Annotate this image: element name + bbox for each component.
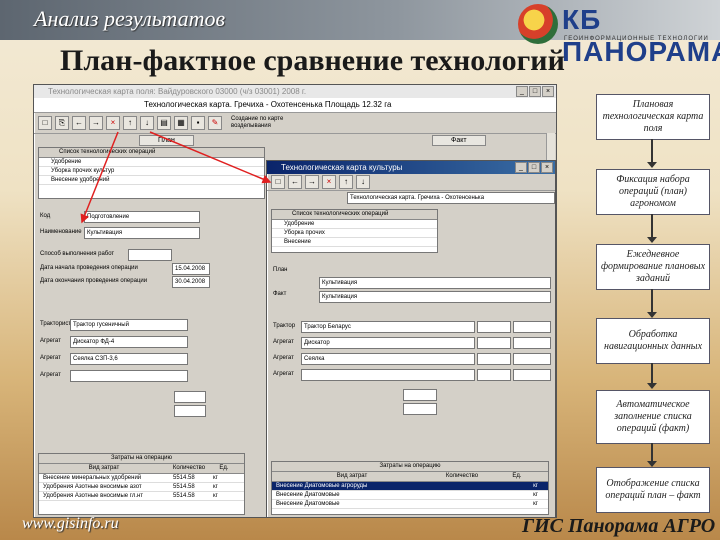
flow-step-4: Обработка навигационных данных bbox=[596, 318, 710, 364]
flow-connector-1 bbox=[651, 139, 653, 163]
arrow-toolbar-to-fields bbox=[80, 131, 119, 224]
flow-connector-5 bbox=[651, 443, 653, 461]
flow-arrowhead-1 bbox=[647, 162, 657, 168]
flow-step-3: Ежедневное формирование плановых заданий bbox=[596, 244, 710, 290]
flow-step-1: Плановая технологическая карта поля bbox=[596, 94, 710, 140]
flow-connector-4 bbox=[651, 363, 653, 383]
footer-website: www.gisinfo.ru bbox=[22, 515, 119, 532]
flow-connector-2 bbox=[651, 214, 653, 238]
flow-step-5: Автоматическое заполнение списка операци… bbox=[596, 390, 710, 444]
footer-product-name: ГИС Панорама АГРО bbox=[522, 515, 716, 537]
flow-step-6: Отображение списка операций план – факт bbox=[596, 467, 710, 513]
arrow-toolbar-to-window bbox=[149, 131, 272, 184]
flow-connector-3 bbox=[651, 289, 653, 313]
flow-arrowhead-4 bbox=[647, 383, 657, 389]
flow-arrowhead-2 bbox=[647, 237, 657, 243]
flow-step-2: Фиксация набора операций (план) агрономо… bbox=[596, 169, 710, 215]
